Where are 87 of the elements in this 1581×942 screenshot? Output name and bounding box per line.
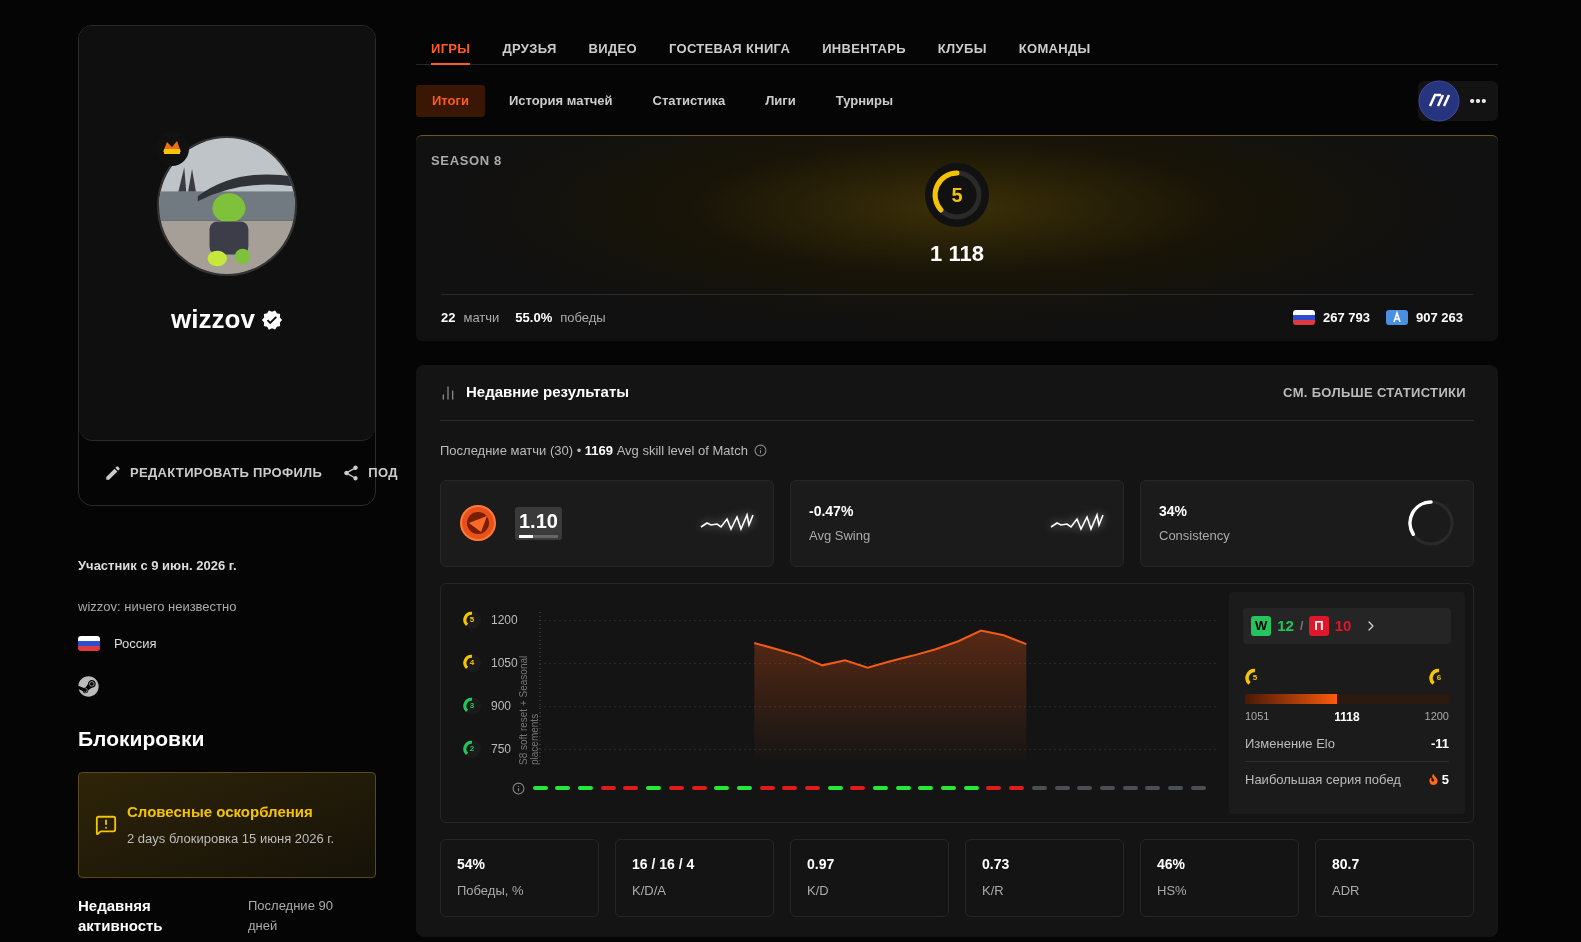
y-tick-label: 1200 — [491, 613, 518, 628]
activity-value: Последние 90 дней — [248, 897, 334, 935]
elo-value: 1 118 — [930, 239, 984, 268]
panel-title: Недавние результаты — [466, 382, 630, 403]
y-tick-label: 750 — [491, 742, 512, 757]
info-icon[interactable] — [512, 781, 525, 795]
nav-tab[interactable]: ИГРЫ — [431, 25, 471, 65]
sub-tab[interactable]: Статистика — [636, 85, 742, 117]
rating-value: 1.10 — [519, 508, 558, 534]
wins-label: W — [1251, 615, 1272, 636]
flag-icon — [1293, 310, 1315, 326]
nav-tab[interactable]: ИНВЕНТАРЬ — [822, 25, 906, 65]
bans-title: Блокировки — [78, 725, 206, 752]
nav-tab[interactable]: КОМАНДЫ — [1018, 25, 1091, 65]
sub-tab[interactable]: Итоги — [416, 85, 485, 117]
sub-tab[interactable]: Лиги — [749, 85, 812, 117]
level-badge: 2 — [463, 740, 481, 759]
wins-count: 12 — [1277, 615, 1294, 636]
rating-icon — [459, 504, 497, 542]
y-tick-label: 1050 — [491, 656, 518, 671]
chart-annotation: S8 soft reset + Seasonal placements — [518, 654, 540, 765]
steam-icon[interactable] — [78, 675, 99, 697]
matches-count: 22 — [441, 309, 456, 327]
share-icon — [342, 464, 361, 482]
bio: wizzov: ничего неизвестно — [78, 597, 238, 616]
matches-label: матчи — [463, 309, 500, 327]
record-value: 5 — [1441, 770, 1449, 789]
ban-description: 2 days блокировка 15 июня 2026 г. — [127, 830, 335, 849]
winrate: 55.0% — [515, 309, 553, 327]
stat-value: 16 / 16 / 4 — [632, 855, 696, 875]
level-badge: 3 — [463, 697, 481, 716]
sub-tab[interactable]: Турниры — [819, 85, 910, 117]
stat-value: 54% — [457, 855, 487, 875]
range-to: 1200 — [1424, 708, 1449, 724]
metric-label: Consistency — [1159, 526, 1230, 545]
level-gauge: 5 — [925, 162, 989, 227]
losses-label: П — [1309, 615, 1329, 636]
stat-value: 46% — [1157, 855, 1187, 875]
record-value: -11 — [1430, 734, 1449, 753]
stat-label: K/D — [807, 882, 830, 901]
stat-value: 0.97 — [807, 855, 836, 875]
stat-label: HS% — [1157, 882, 1188, 901]
member-since: Участник с 9 июн. 2026 г. — [78, 557, 238, 575]
season-title: SEASON 8 — [431, 152, 503, 170]
record-label: Изменение Elo — [1245, 734, 1335, 753]
level-badge: 5 — [463, 611, 481, 630]
metric-label: Avg Swing — [809, 526, 871, 545]
ranking-value: 907 263 — [1416, 309, 1463, 327]
sub-tab[interactable]: История матчей — [492, 85, 629, 117]
game-logo-icon[interactable] — [1418, 80, 1460, 122]
share-button[interactable]: ПОД — [342, 463, 398, 483]
level-badge: 4 — [463, 654, 481, 673]
edit-profile-button[interactable]: РЕДАКТИРОВАТЬ ПРОФИЛЬ — [104, 463, 323, 483]
separator: / — [1299, 617, 1304, 635]
winrate-label: победы — [560, 309, 606, 327]
flag-icon — [78, 636, 100, 652]
username: wizzov — [171, 303, 255, 336]
y-tick-label: 900 — [491, 699, 512, 714]
more-stats-link[interactable]: СМ. БОЛЬШЕ СТАТИСТИКИ — [1283, 382, 1466, 403]
stat-label: Победы, % — [457, 882, 525, 901]
stat-label: ADR — [1332, 882, 1361, 901]
pencil-icon — [104, 464, 122, 482]
nav-tab[interactable]: ДРУЗЬЯ — [502, 25, 557, 65]
losses-count: 10 — [1334, 615, 1352, 636]
region-icon — [1386, 310, 1408, 326]
ban-title: Словесные оскорбления — [127, 801, 314, 822]
nav-tab[interactable]: КЛУБЫ — [937, 25, 987, 65]
range-from: 1051 — [1245, 708, 1270, 724]
country: Россия — [114, 635, 157, 653]
ranking-value: 267 793 — [1323, 309, 1370, 327]
bar-chart-icon — [440, 384, 456, 401]
current-elo: 1118 — [1334, 708, 1360, 726]
activity-label: Недавняя активность — [78, 896, 164, 936]
metric-value: 34% — [1159, 501, 1189, 521]
stat-value: 80.7 — [1332, 855, 1361, 875]
nav-tab[interactable]: ГОСТЕВАЯ КНИГА — [668, 25, 791, 65]
metric-value: -0.47% — [809, 501, 855, 521]
info-icon[interactable] — [753, 444, 767, 458]
stat-value: 0.73 — [982, 855, 1011, 875]
stat-label: K/D/A — [632, 882, 667, 901]
fire-icon — [1427, 774, 1439, 786]
warning-icon — [95, 814, 117, 836]
nav-tab[interactable]: ВИДЕО — [588, 25, 637, 65]
record-label: Наибольшая серия побед — [1245, 770, 1401, 789]
summary-text: Последние матчи (30) • 1169 Avg skill level of Match — [440, 442, 748, 460]
stat-label: K/R — [982, 882, 1005, 901]
consistency-ring — [1407, 499, 1455, 547]
